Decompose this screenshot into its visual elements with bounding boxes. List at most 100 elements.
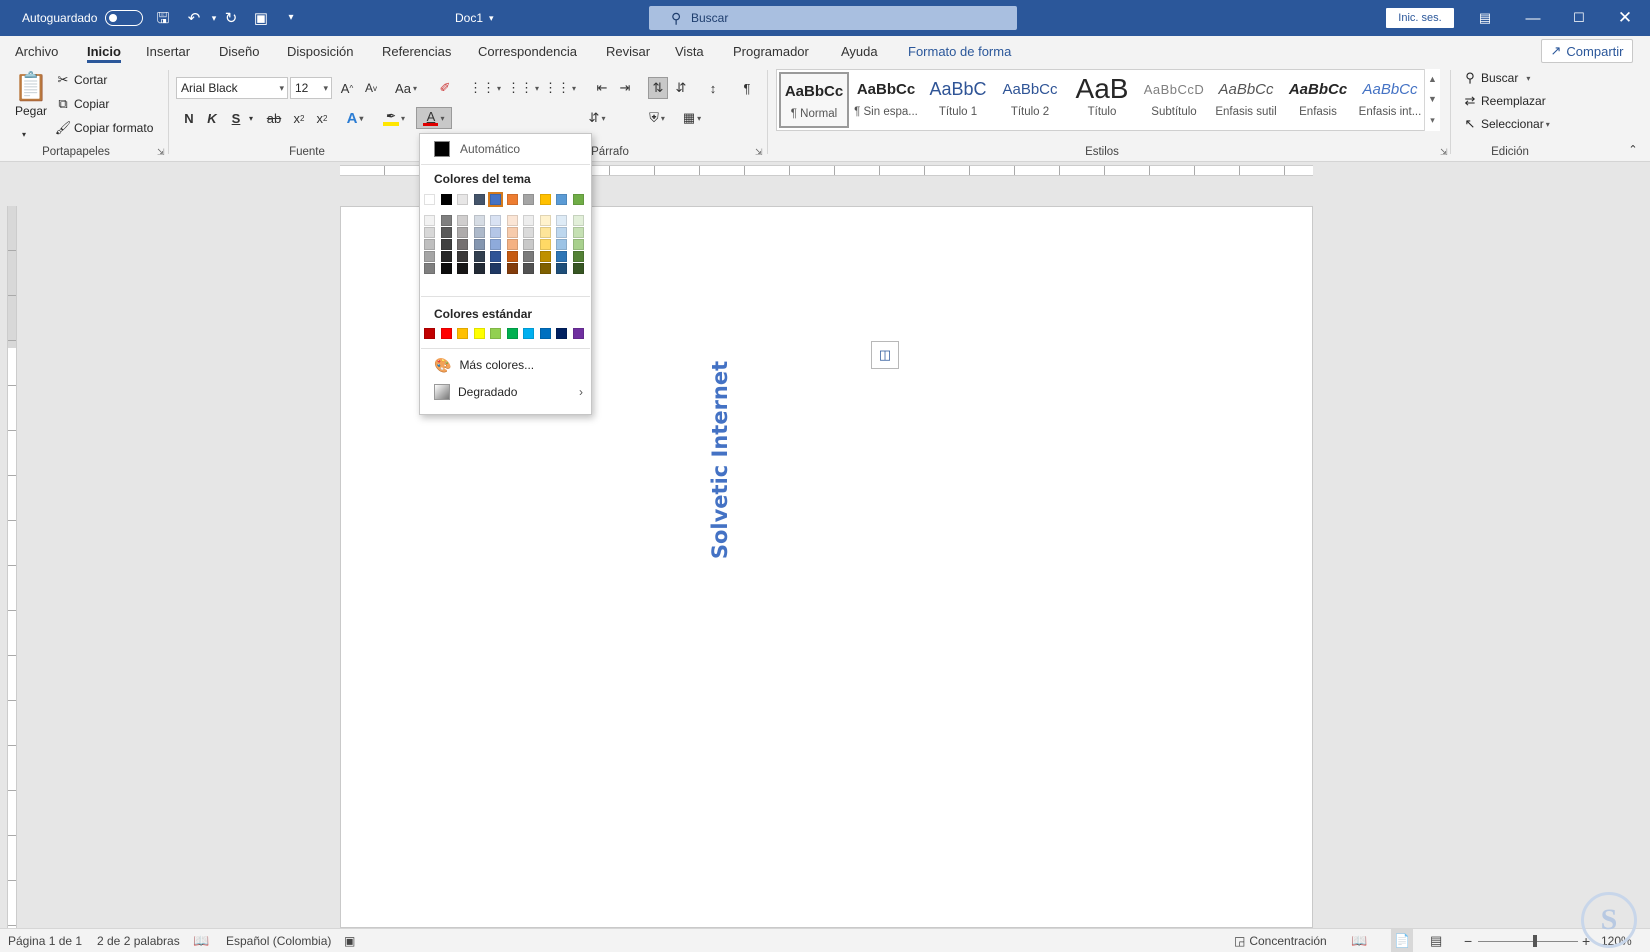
line-spacing-icon[interactable]: ⇵ ▾ <box>580 107 614 129</box>
automatic-color-option[interactable]: Automático <box>420 136 591 162</box>
underline-dropdown-icon[interactable]: ▾ <box>245 107 257 129</box>
shrink-font-button[interactable]: Av <box>361 77 381 99</box>
format-painter-button[interactable]: 🖌 Copiar formato <box>55 120 154 136</box>
styles-launcher-icon[interactable]: ⇲ <box>1440 147 1448 158</box>
color-swatch[interactable] <box>490 328 501 339</box>
customize-toolbar-icon[interactable]: ▾ <box>282 10 300 26</box>
text-effects-icon[interactable]: A ▾ <box>340 107 370 129</box>
color-swatch[interactable] <box>473 263 485 274</box>
color-swatch[interactable] <box>539 194 551 205</box>
layout-options-icon[interactable]: ◫ <box>871 341 899 369</box>
gradient-option[interactable]: Degradado › <box>420 379 591 405</box>
color-swatch[interactable] <box>440 215 452 226</box>
text-direction-icon[interactable]: ⇅ <box>648 77 668 99</box>
tab-revisar[interactable]: Revisar <box>606 36 650 66</box>
color-swatch[interactable] <box>523 328 534 339</box>
close-icon[interactable]: ✕ <box>1602 0 1648 36</box>
color-swatch[interactable] <box>424 227 435 238</box>
color-swatch[interactable] <box>440 194 452 205</box>
color-swatch[interactable] <box>473 227 485 238</box>
color-swatch[interactable] <box>539 215 551 226</box>
page-count[interactable]: Página 1 de 1 <box>8 929 82 952</box>
color-swatch[interactable] <box>424 251 435 262</box>
color-swatch[interactable] <box>506 215 518 226</box>
color-swatch[interactable] <box>457 227 468 238</box>
tab-vista[interactable]: Vista <box>675 36 704 66</box>
select-button[interactable]: ↖ Seleccionar ▾ <box>1462 116 1550 132</box>
color-swatch[interactable] <box>440 227 452 238</box>
color-swatch[interactable] <box>506 263 518 274</box>
web-layout-icon[interactable]: ▤ <box>1430 929 1442 952</box>
style-heading2[interactable]: AaBbCc Título 2 <box>995 72 1065 128</box>
increase-indent-icon[interactable]: ⇥ <box>615 77 635 99</box>
find-button[interactable]: ⚲ Buscar ▾ <box>1462 70 1530 86</box>
style-title[interactable]: AaB Título <box>1067 72 1137 128</box>
autosave-toggle[interactable] <box>105 0 143 36</box>
more-colors-option[interactable]: 🎨 Más colores... <box>420 352 591 378</box>
color-swatch[interactable] <box>523 239 534 250</box>
color-swatch[interactable] <box>506 194 518 205</box>
color-swatch[interactable] <box>572 227 584 238</box>
tab-programador[interactable]: Programador <box>733 36 809 66</box>
style-normal[interactable]: AaBbCc ¶ Normal <box>779 72 849 128</box>
color-swatch[interactable] <box>424 328 435 339</box>
color-swatch[interactable] <box>490 251 501 262</box>
save-icon[interactable]: 🖫 <box>154 10 172 26</box>
color-swatch[interactable] <box>506 227 518 238</box>
borders-icon[interactable]: ▦ ▾ <box>676 107 708 129</box>
style-subtitle[interactable]: AaBbCcD Subtítulo <box>1139 72 1209 128</box>
color-swatch[interactable] <box>556 328 567 339</box>
color-swatch[interactable] <box>523 251 534 262</box>
color-swatch[interactable] <box>572 263 584 274</box>
minimize-icon[interactable]: — <box>1510 0 1556 36</box>
decrease-indent-icon[interactable]: ⇤ <box>592 77 612 99</box>
undo-dropdown-icon[interactable]: ▾ <box>205 10 223 26</box>
chevron-down-icon[interactable]: ▼ <box>1428 94 1437 104</box>
underline-button[interactable]: S <box>227 107 245 129</box>
tab-referencias[interactable]: Referencias <box>382 36 451 66</box>
color-swatch[interactable] <box>506 251 518 262</box>
color-swatch[interactable] <box>440 251 452 262</box>
color-swatch[interactable] <box>490 227 501 238</box>
color-swatch[interactable] <box>488 192 503 207</box>
color-swatch[interactable] <box>457 263 468 274</box>
color-swatch[interactable] <box>506 328 518 339</box>
accessibility-icon[interactable]: ▣ <box>344 929 355 952</box>
color-swatch[interactable] <box>473 215 485 226</box>
signin-button[interactable]: Inic. ses. <box>1386 8 1454 28</box>
color-swatch[interactable] <box>473 251 485 262</box>
word-count[interactable]: 2 de 2 palabras <box>97 929 180 952</box>
tab-disposicion[interactable]: Disposición <box>287 36 353 66</box>
color-swatch[interactable] <box>424 194 435 205</box>
color-swatch[interactable] <box>539 239 551 250</box>
color-swatch[interactable] <box>523 215 534 226</box>
color-swatch[interactable] <box>523 263 534 274</box>
replace-button[interactable]: ⇄ Reemplazar <box>1462 93 1546 109</box>
tab-insertar[interactable]: Insertar <box>146 36 190 66</box>
color-swatch[interactable] <box>440 239 452 250</box>
zoom-out-icon[interactable]: − <box>1464 929 1472 952</box>
color-swatch[interactable] <box>572 215 584 226</box>
color-swatch[interactable] <box>572 239 584 250</box>
wordart-text[interactable]: Solvetic Internet <box>708 361 732 559</box>
share-button[interactable]: ↗ Compartir <box>1541 39 1633 63</box>
color-swatch[interactable] <box>556 263 567 274</box>
style-emphasis[interactable]: AaBbCc Énfasis <box>1283 72 1353 128</box>
color-swatch[interactable] <box>572 251 584 262</box>
color-swatch[interactable] <box>473 328 485 339</box>
strikethrough-icon[interactable]: ab <box>263 107 285 129</box>
present-icon[interactable]: ▣ <box>252 10 270 26</box>
color-swatch[interactable] <box>539 328 551 339</box>
highlight-button[interactable]: ✒ ▾ <box>378 107 410 129</box>
color-swatch[interactable] <box>556 251 567 262</box>
color-swatch[interactable] <box>424 239 435 250</box>
print-layout-icon[interactable]: 📄 <box>1391 929 1414 952</box>
color-swatch[interactable] <box>473 194 485 205</box>
align-text-icon[interactable]: ⇵ <box>671 77 691 99</box>
font-color-button[interactable]: A ▾ <box>416 107 452 129</box>
style-no-spacing[interactable]: AaBbCc ¶ Sin espa... <box>851 72 921 128</box>
change-case-button[interactable]: Aa ▾ <box>391 77 421 99</box>
focus-button[interactable]: ◲ Concentración <box>1234 929 1327 952</box>
sort-icon[interactable]: ↕ <box>702 77 724 99</box>
style-heading1[interactable]: AaBbC Título 1 <box>923 72 993 128</box>
